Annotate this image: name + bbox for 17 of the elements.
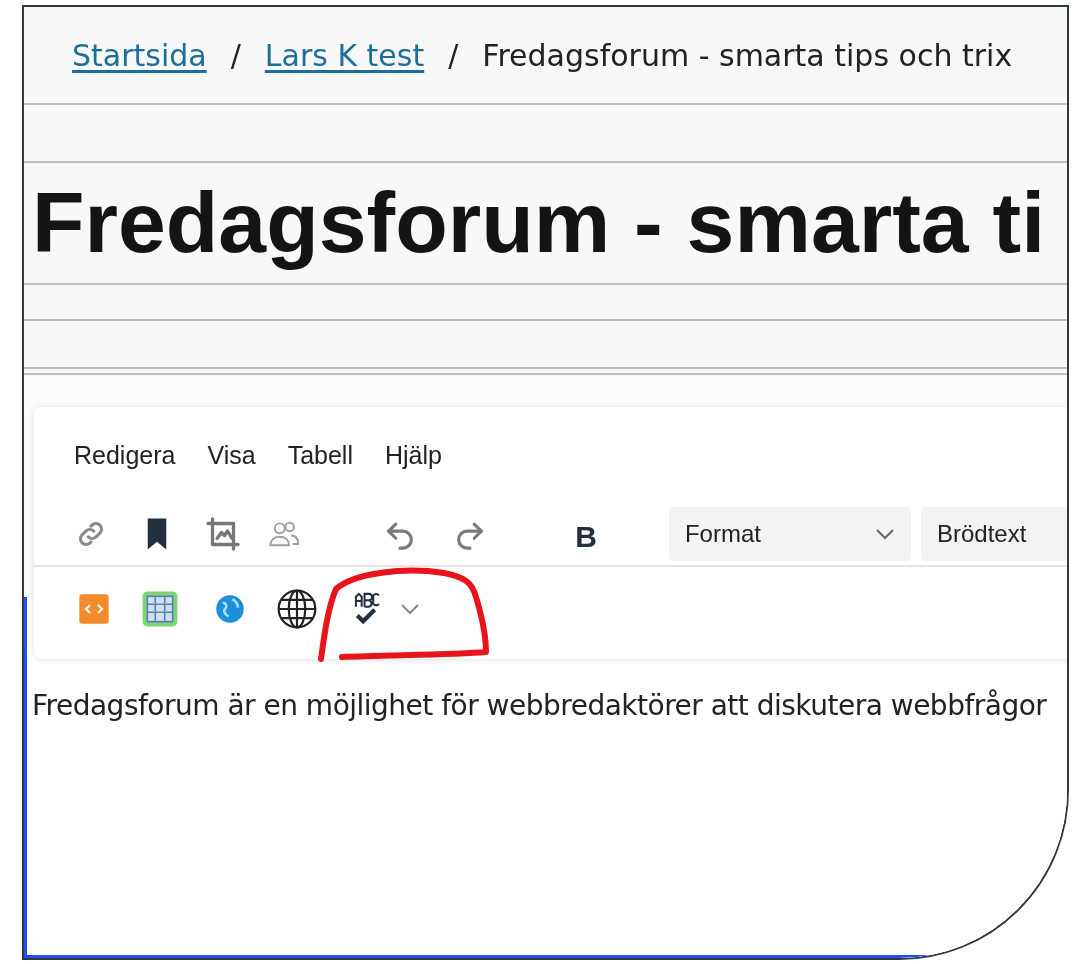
menu-item[interactable]: Hjälp <box>384 437 442 475</box>
image-crop-icon[interactable] <box>203 514 242 554</box>
table-icon[interactable] <box>140 589 180 629</box>
breadcrumb-link[interactable]: Lars K test <box>264 32 425 78</box>
breadcrumb-link[interactable]: Startsida <box>72 32 207 78</box>
format-dropdown[interactable]: Format <box>668 507 911 561</box>
bold-button[interactable]: B <box>567 514 605 554</box>
format-dropdown[interactable]: Brödtext <box>921 507 1067 561</box>
menu-item[interactable]: Redigera <box>74 437 176 475</box>
breadcrumb-current: Fredagsforum - smarta tips och trix <box>482 36 1013 75</box>
chevron-down-icon <box>875 528 895 540</box>
menu-item[interactable]: Tabell <box>287 437 353 475</box>
menu-item[interactable]: Visa <box>207 437 256 475</box>
breadcrumb-separator: / <box>448 36 459 75</box>
body-text[interactable]: Fredagsforum är en möjlighet för webbredaktörer att diskutera webbfrågor <box>24 685 1067 727</box>
breadcrumb-separator: / <box>230 36 241 75</box>
page-title: Fredagsforum - smarta ti <box>32 173 1046 273</box>
